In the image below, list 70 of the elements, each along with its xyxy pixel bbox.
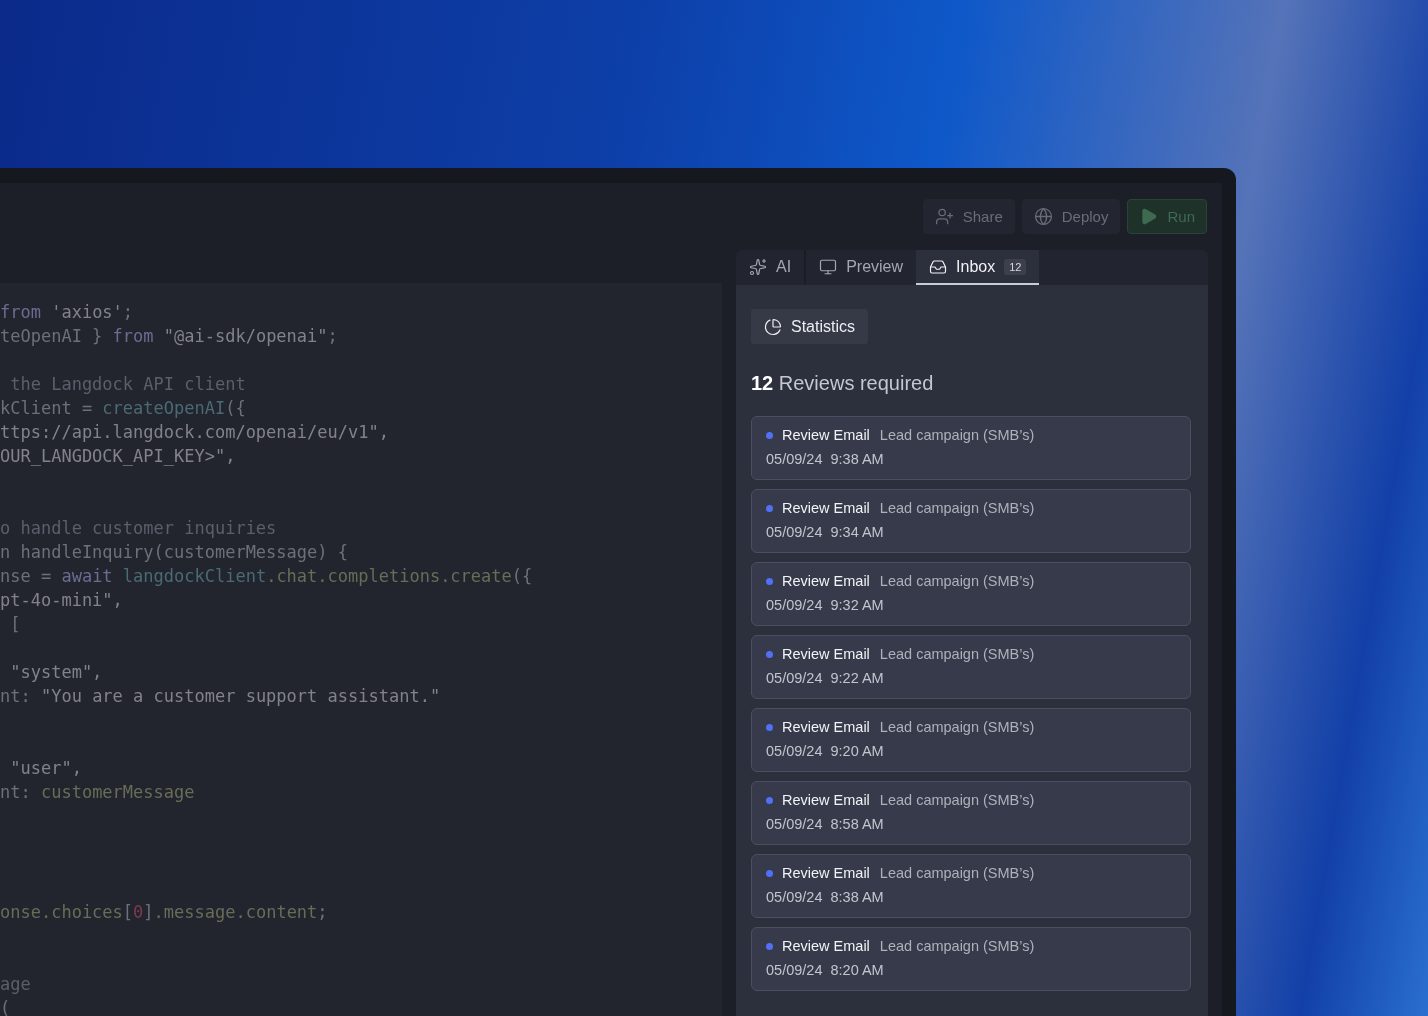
review-card[interactable]: Review Email Lead campaign (SMB’s) 05/09/24 9:38 AM [751, 416, 1191, 480]
reviews-heading: 12 Reviews required [751, 372, 934, 395]
sparkles-icon [749, 257, 767, 276]
review-title: Review Email [782, 573, 870, 589]
code-line: onse.choices[0].message.content; [0, 901, 329, 924]
review-title: Review Email [782, 719, 870, 735]
review-card[interactable]: Review Email Lead campaign (SMB’s) 05/09/24 9:22 AM [751, 635, 1191, 699]
code-line: n handleInquiry(customerMessage) { [0, 541, 349, 564]
review-timestamp: 05/09/24 9:20 AM [766, 743, 885, 759]
unread-dot [766, 869, 773, 877]
review-title: Review Email [782, 427, 870, 443]
campaign-name: Lead campaign (SMB’s) [879, 500, 1035, 516]
inbox-icon [929, 257, 948, 276]
review-card[interactable]: Review Email Lead campaign (SMB’s) 05/09/24 9:34 AM [751, 489, 1191, 553]
review-title: Review Email [782, 792, 870, 808]
review-title: Review Email [782, 938, 870, 954]
code-line: kClient = createOpenAI({ [0, 397, 247, 420]
globe-icon [1033, 207, 1053, 226]
code-line: nt: customerMessage [0, 781, 196, 804]
code-line: "system", [9, 661, 104, 684]
campaign-name: Lead campaign (SMB’s) [879, 427, 1035, 443]
review-card[interactable]: Review Email Lead campaign (SMB’s) 05/09/24 9:32 AM [751, 562, 1191, 626]
play-icon [1139, 207, 1159, 226]
review-timestamp: 05/09/24 9:38 AM [766, 451, 885, 467]
tab[interactable]: Inbox 12 [916, 250, 1040, 285]
code-line: from 'axios'; [0, 301, 135, 324]
review-card[interactable]: Review Email Lead campaign (SMB’s) 05/09/24 8:58 AM [751, 781, 1191, 845]
unread-dot [766, 577, 773, 585]
review-card[interactable]: Review Email Lead campaign (SMB’s) 05/09/24 8:38 AM [751, 854, 1191, 918]
review-card[interactable]: Review Email Lead campaign (SMB’s) 05/09/24 9:20 AM [751, 708, 1191, 772]
review-title: Review Email [782, 865, 870, 881]
review-timestamp: 05/09/24 9:34 AM [766, 524, 885, 540]
code-line: [ [9, 613, 22, 636]
unread-dot [766, 650, 773, 658]
review-timestamp: 05/09/24 9:32 AM [766, 597, 885, 613]
campaign-name: Lead campaign (SMB’s) [879, 865, 1035, 881]
code-line: o handle customer inquiries [0, 517, 278, 540]
code-line: ttps://api.langdock.com/openai/eu/v1", [0, 421, 390, 444]
statistics-button[interactable]: Statistics [751, 309, 868, 344]
unread-dot [766, 942, 773, 950]
unread-dot [766, 504, 773, 512]
user-plus-icon [934, 207, 954, 226]
monitor-icon [819, 257, 838, 276]
code-line: teOpenAI } from "@ai-sdk/openai"; [0, 325, 339, 348]
unread-dot [766, 796, 773, 804]
code-line: the Langdock API client [9, 373, 247, 396]
campaign-name: Lead campaign (SMB’s) [879, 719, 1035, 735]
campaign-name: Lead campaign (SMB’s) [879, 573, 1035, 589]
unread-dot [766, 431, 773, 439]
review-title: Review Email [782, 646, 870, 662]
code-line: "user", [9, 757, 83, 780]
unread-dot [766, 723, 773, 731]
code-line: OUR_LANGDOCK_API_KEY>", [0, 445, 237, 468]
campaign-name: Lead campaign (SMB’s) [879, 646, 1035, 662]
tab[interactable]: Preview [806, 250, 917, 285]
code-line: age [0, 973, 32, 996]
review-timestamp: 05/09/24 9:22 AM [766, 670, 885, 686]
campaign-name: Lead campaign (SMB’s) [879, 938, 1035, 954]
campaign-name: Lead campaign (SMB’s) [879, 792, 1035, 808]
review-timestamp: 05/09/24 8:38 AM [766, 889, 885, 905]
review-card[interactable]: Review Email Lead campaign (SMB’s) 05/09/24 8:20 AM [751, 927, 1191, 991]
code-line: pt-4o-mini", [0, 589, 124, 612]
review-timestamp: 05/09/24 8:58 AM [766, 816, 885, 832]
count-badge: 12 [1004, 258, 1027, 275]
pie-chart-icon [764, 317, 782, 336]
review-timestamp: 05/09/24 8:20 AM [766, 962, 885, 978]
review-title: Review Email [782, 500, 870, 516]
code-line: nt: "You are a customer support assistant." [0, 685, 442, 708]
code-line: nse = await langdockClient.chat.completions.create({ [0, 565, 534, 588]
code-line: ( [0, 997, 12, 1016]
